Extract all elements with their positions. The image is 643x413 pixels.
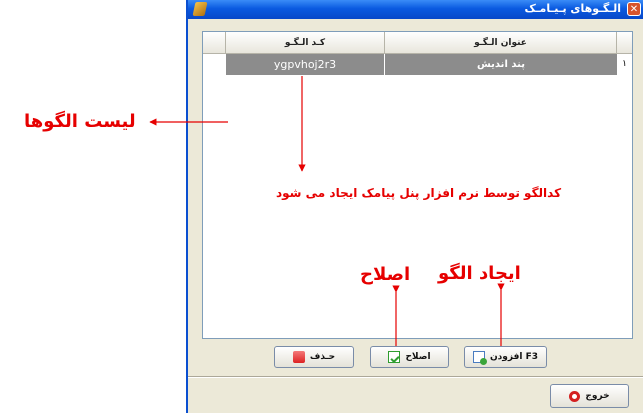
annotation-edit: اصلاح bbox=[360, 264, 411, 285]
annotation-code-note: کدالگو توسط نرم افزار پنل پیامک ایجاد می… bbox=[276, 186, 562, 200]
annotation-create-template: ایجاد الگو bbox=[438, 263, 521, 284]
annotation-template-list: لیست الگوها bbox=[24, 111, 136, 132]
annotation-arrows bbox=[149, 76, 505, 346]
